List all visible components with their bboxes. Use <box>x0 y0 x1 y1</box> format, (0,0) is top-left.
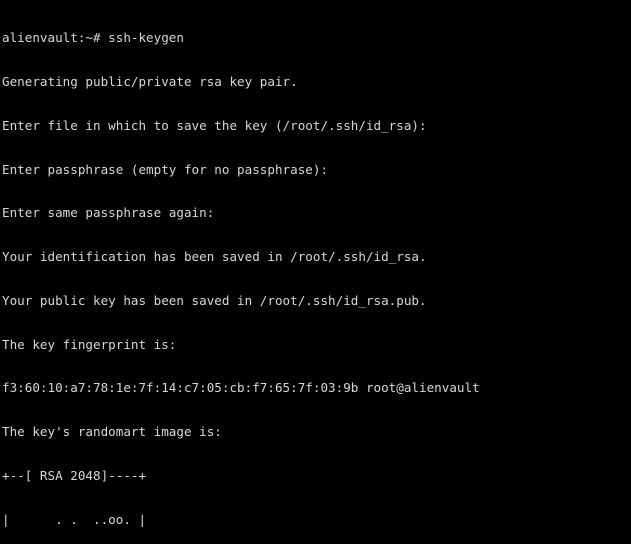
terminal-line: The key fingerprint is: <box>2 336 177 352</box>
terminal-line: Your identification has been saved in /r… <box>2 249 427 265</box>
terminal-line: Your public key has been saved in /root/… <box>2 292 427 308</box>
terminal-screen[interactable]: alienvault:~# ssh-keygen Generating publ… <box>0 0 631 544</box>
terminal-line: Enter passphrase (empty for no passphras… <box>2 161 336 177</box>
terminal-line: Enter same passphrase again: <box>2 205 222 221</box>
randomart-line: +--[ RSA 2048]----+ <box>2 468 147 483</box>
randomart-line: | . . ..oo. | <box>2 511 147 527</box>
terminal-line: Enter file in which to save the key (/ro… <box>2 117 435 133</box>
terminal-line: The key's randomart image is: <box>2 424 222 440</box>
terminal-line: alienvault:~# ssh-keygen <box>2 30 184 46</box>
terminal-line-fingerprint: f3:60:10:a7:78:1e:7f:14:c7:05:cb:f7:65:7… <box>2 380 480 396</box>
terminal-line: Generating public/private rsa key pair. <box>2 73 298 89</box>
